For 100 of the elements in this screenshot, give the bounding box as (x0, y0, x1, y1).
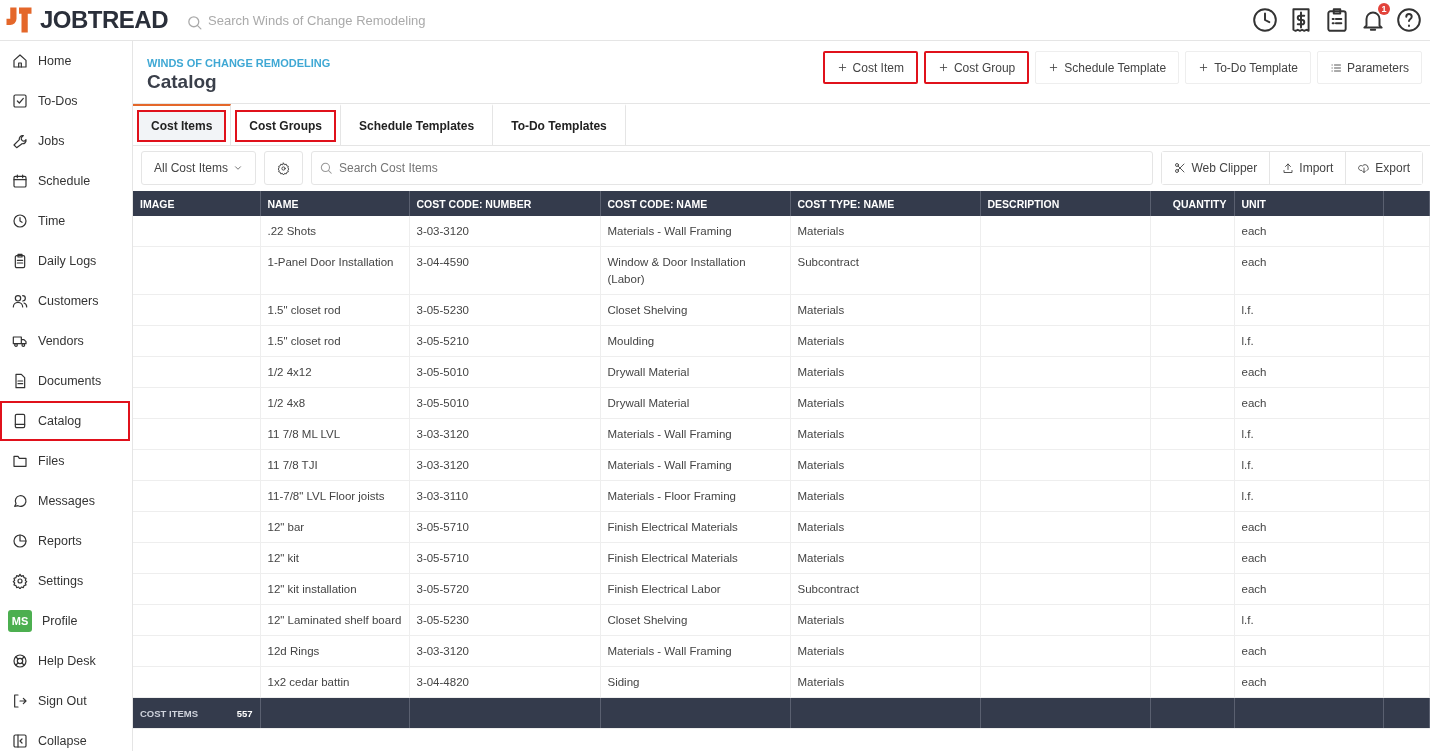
table-cell: l.f. (1234, 294, 1383, 326)
sidebar-item[interactable]: Documents (0, 361, 130, 401)
table-cell: Materials (790, 604, 980, 636)
sidebar-item[interactable]: MS Profile (0, 601, 130, 641)
folder-icon (12, 453, 28, 469)
settings-icon (12, 573, 28, 589)
search-icon (319, 161, 333, 175)
logo-text: JOBTREAD (40, 6, 168, 34)
table-cell: 12" bar (260, 511, 409, 543)
sidebar-item[interactable]: Files (0, 441, 130, 481)
table-cell: 3-03-3120 (409, 635, 600, 667)
table-cell: 12" Laminated shelf board (260, 604, 409, 636)
column-header: QUANTITY (1150, 191, 1234, 216)
table-cell: each (1234, 246, 1383, 295)
table-cell: each (1234, 387, 1383, 419)
table-cell: Finish Electrical Labor (600, 573, 790, 605)
sidebar-item[interactable]: To-Dos (0, 81, 130, 121)
table-cell: Window & Door Installation (Labor) (600, 246, 790, 295)
table-cell: 3-03-3110 (409, 480, 600, 512)
help-icon (1396, 7, 1422, 33)
chevron-down-icon (233, 163, 243, 173)
truck-icon (12, 333, 28, 349)
action-button[interactable]: Cost Group (923, 51, 1030, 84)
sidebar-item[interactable]: Daily Logs (0, 241, 130, 281)
table-cell: Materials (790, 449, 980, 481)
table-cell: each (1234, 666, 1383, 698)
checkbox-icon (12, 93, 28, 109)
sidebar-item[interactable]: Messages (0, 481, 130, 521)
sidebar-item[interactable]: Catalog (0, 401, 130, 441)
table-cell: .22 Shots (260, 216, 409, 247)
table-cell: 12d Rings (260, 635, 409, 667)
sidebar-item[interactable]: Schedule (0, 161, 130, 201)
table-cell: 11-7/8" LVL Floor joists (260, 480, 409, 512)
sidebar-item[interactable]: Home (0, 41, 130, 81)
organization-name: WINDS OF CHANGE REMODELING (147, 57, 331, 69)
item-count: 557 (236, 707, 253, 721)
action-button[interactable]: Cost Item (822, 51, 918, 84)
column-header: COST CODE: NAME (600, 191, 790, 216)
tab[interactable]: Cost Items (137, 109, 227, 142)
column-header: IMAGE (133, 191, 260, 216)
sidebar-item[interactable]: Settings (0, 561, 130, 601)
pie-chart-icon (12, 533, 28, 549)
plus-icon (1198, 62, 1210, 73)
table-cell: Finish Electrical Materials (600, 511, 790, 543)
sidebar-item[interactable]: Help Desk (0, 641, 130, 681)
column-header: NAME (260, 191, 409, 216)
filter-dropdown[interactable]: All Cost Items (141, 151, 256, 185)
table-cell: 11 7/8 TJI (260, 449, 409, 481)
table-cell: Materials (790, 480, 980, 512)
home-icon (12, 53, 28, 69)
table-cell: Materials (790, 356, 980, 388)
table-cell: 12" kit (260, 542, 409, 574)
table-cell: 1.5" closet rod (260, 294, 409, 326)
table-cell: each (1234, 573, 1383, 605)
table-cell: 3-04-4820 (409, 666, 600, 698)
table-cell: each (1234, 635, 1383, 667)
table-cell: Materials - Wall Framing (600, 635, 790, 667)
action-button[interactable]: Schedule Template (1035, 51, 1180, 84)
table-cell: Moulding (600, 325, 790, 357)
column-header: DESCRIPTION (980, 191, 1150, 216)
settings-button[interactable] (264, 151, 303, 185)
table-cell: Materials (790, 216, 980, 247)
sign-out-icon (12, 693, 28, 709)
table-cell: each (1234, 356, 1383, 388)
table-cell: Materials (790, 542, 980, 574)
table-cell: Closet Shelving (600, 604, 790, 636)
table-cell: Materials (790, 666, 980, 698)
table-cell: 3-05-5010 (409, 356, 600, 388)
clipboard-icon (1324, 7, 1350, 33)
tab[interactable]: Cost Groups (235, 109, 337, 142)
sidebar-item[interactable]: Collapse (0, 721, 130, 751)
table-cell: Siding (600, 666, 790, 698)
table-cell: 1-Panel Door Installation (260, 246, 409, 295)
cloud-download-icon (1358, 162, 1371, 174)
search-field[interactable]: Search Cost Items (311, 151, 1154, 185)
table-cell: 3-03-3120 (409, 216, 600, 247)
table-cell: 1/2 4x8 (260, 387, 409, 419)
settings-icon (277, 161, 290, 175)
table-cell: Materials - Floor Framing (600, 480, 790, 512)
sidebar-item[interactable]: Customers (0, 281, 130, 321)
sidebar-item[interactable]: Jobs (0, 121, 130, 161)
wrench-icon (12, 133, 28, 149)
table-cell: l.f. (1234, 449, 1383, 481)
action-button[interactable]: To-Do Template (1185, 51, 1311, 84)
table-cell: Drywall Material (600, 356, 790, 388)
sidebar-item[interactable]: Vendors (0, 321, 130, 361)
table-cell: Materials (790, 418, 980, 450)
table-cell: 3-05-5230 (409, 604, 600, 636)
table-cell: l.f. (1234, 325, 1383, 357)
table-cell: l.f. (1234, 480, 1383, 512)
table-cell: Subcontract (790, 246, 980, 295)
action-button[interactable]: Parameters (1316, 51, 1422, 84)
column-header: COST CODE: NUMBER (409, 191, 600, 216)
table-cell: 3-05-5710 (409, 511, 600, 543)
table-cell: Materials (790, 294, 980, 326)
sidebar-item[interactable]: Time (0, 201, 130, 241)
sidebar-item[interactable]: Sign Out (0, 681, 130, 721)
table-cell: Materials - Wall Framing (600, 418, 790, 450)
toolbar-button[interactable]: Web Clipper (1162, 152, 1271, 184)
sidebar-item[interactable]: Reports (0, 521, 130, 561)
